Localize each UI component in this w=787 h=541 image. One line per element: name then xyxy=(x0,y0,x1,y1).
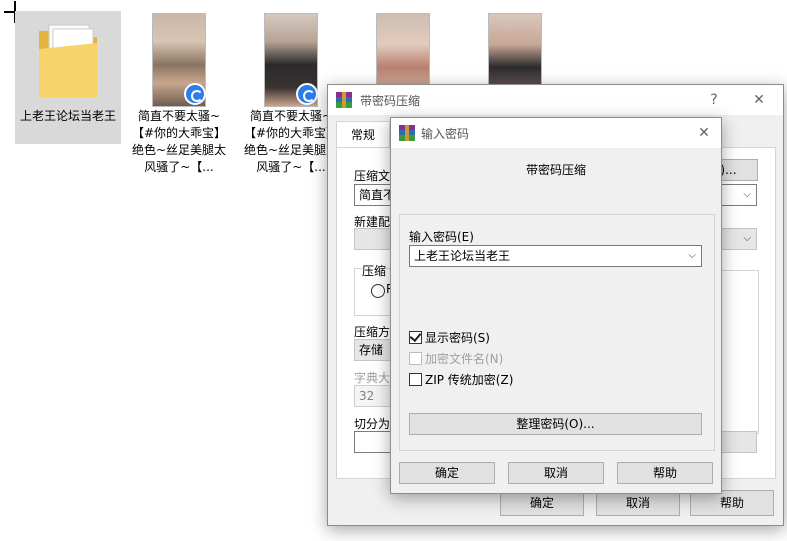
video-thumbnail xyxy=(488,13,542,91)
password-dialog-heading: 带密码压缩 xyxy=(525,163,586,177)
chevron-down-icon: ⌵ xyxy=(743,233,751,244)
encrypt-names-label: 加密文件名(N) xyxy=(425,352,504,366)
show-password-checkbox[interactable] xyxy=(409,329,422,344)
dict-size-label: 字典大 xyxy=(354,371,391,385)
desktop-item-label: 上老王论坛当老王 xyxy=(19,109,116,123)
desktop-item-folder[interactable]: 上老王论坛当老王 xyxy=(15,11,121,144)
password-label: 输入密码(E) xyxy=(409,230,474,244)
archive-dialog-titlebar[interactable]: 带密码压缩 ? ✕ xyxy=(328,85,783,115)
close-icon[interactable]: ✕ xyxy=(748,89,770,111)
password-dialog-title: 输入密码 xyxy=(421,127,470,141)
tab-general[interactable]: 常规 xyxy=(336,121,390,148)
ok-button[interactable]: 确定 xyxy=(399,462,495,484)
desktop-item-video[interactable]: 简直不要太骚~【#你的大乖宝】 绝色~丝足美腿太风骚了~【... xyxy=(126,11,232,181)
cancel-button[interactable]: 取消 xyxy=(508,462,604,484)
format-group-label: 压缩 xyxy=(362,262,387,279)
help-button[interactable]: 帮助 xyxy=(617,462,713,484)
archive-dialog-title: 带密码压缩 xyxy=(360,94,421,108)
zip-legacy-checkbox[interactable] xyxy=(409,373,422,386)
password-dialog-titlebar[interactable]: 输入密码 ✕ xyxy=(391,118,721,148)
help-icon[interactable]: ? xyxy=(703,89,725,111)
winrar-icon xyxy=(336,92,352,108)
desktop-item-label: 简直不要太骚~【#你的大乖宝】 绝色~丝足美腿太风骚了~【... xyxy=(243,109,339,174)
checkmark-icon xyxy=(409,329,422,343)
show-password-label: 显示密码(S) xyxy=(425,331,490,345)
folder-icon xyxy=(37,21,99,99)
player-app-badge-icon xyxy=(296,83,318,105)
method-value: 存储 xyxy=(359,343,384,357)
method-label: 压缩方 xyxy=(354,325,391,339)
close-icon[interactable]: ✕ xyxy=(693,122,715,144)
organize-passwords-button[interactable]: 整理密码(O)... xyxy=(409,413,702,435)
tab-general-label: 常规 xyxy=(350,128,375,142)
chevron-down-icon: ⌵ xyxy=(688,250,696,261)
archive-name-label: 压缩文 xyxy=(354,169,391,183)
encrypt-names-checkbox[interactable] xyxy=(409,352,422,365)
chevron-down-icon: ⌵ xyxy=(743,189,751,200)
winrar-icon xyxy=(399,125,415,141)
password-dialog: 输入密码 ✕ 带密码压缩 输入密码(E) 上老王论坛当老王 ⌵ 显示密码(S) … xyxy=(390,117,722,494)
desktop-item-label: 简直不要太骚~【#你的大乖宝】 绝色~丝足美腿太风骚了~【... xyxy=(131,109,227,174)
format-radio[interactable] xyxy=(371,284,385,298)
password-value: 上老王论坛当老王 xyxy=(414,249,511,263)
password-input[interactable]: 上老王论坛当老王 ⌵ xyxy=(409,245,702,267)
player-app-badge-icon xyxy=(184,83,206,105)
desktop-item-video[interactable] xyxy=(462,11,568,91)
split-label: 切分为 xyxy=(354,417,391,431)
zip-legacy-label: ZIP 传统加密(Z) xyxy=(425,373,514,387)
video-thumbnail xyxy=(376,13,430,91)
desktop-item-video[interactable] xyxy=(350,11,456,91)
dict-size-value: 32 xyxy=(359,389,375,403)
